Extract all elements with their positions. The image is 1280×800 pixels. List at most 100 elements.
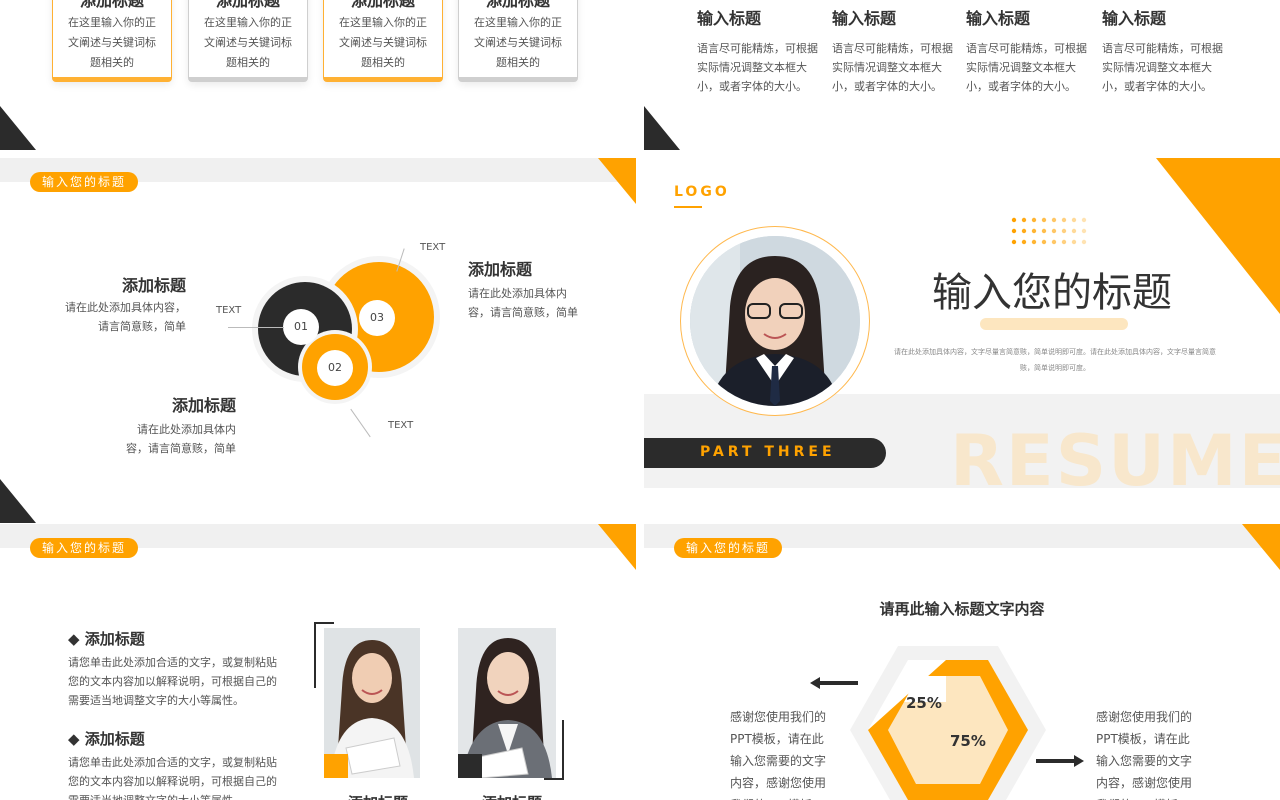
block-title: 添加标题 <box>121 276 186 295</box>
logo-text: LOGO <box>674 184 730 200</box>
column-title: 输入标题 <box>832 9 897 28</box>
connector-line <box>228 327 284 328</box>
slide-subtitle: 请在此处添加具体内容，文字尽量言简意赅，简单说明即可度。请在此处添加具体内容，文… <box>894 348 1216 372</box>
block-title: 添加标题 <box>468 260 533 279</box>
decor-dot <box>1051 228 1057 234</box>
photo-accent-square <box>458 754 482 778</box>
card-title: 添加标题 <box>350 0 415 10</box>
decor-dot <box>1031 217 1037 223</box>
slide-photos[interactable]: 输入您的标题 ◆ 添加标题 请您单击此处添加合适的文字，或复制粘贴您的文本内容加… <box>0 524 636 800</box>
column-2: 输入标题 语言尽可能精炼，可根据实际情况调整文本框大小，或者字体的大小。 <box>832 5 962 96</box>
column-title: 输入标题 <box>697 9 762 28</box>
slide-hexagon-stats[interactable]: 输入您的标题 请再此输入标题文字内容 25% 75% 感谢您使用我们的PPT模板… <box>644 524 1280 800</box>
text-label: TEXT <box>216 305 242 316</box>
decor-dot <box>1011 228 1017 234</box>
slide-title: 输入您的标题 <box>932 270 1172 316</box>
item-text: 请您单击此处添加合适的文字，或复制粘贴您的文本内容加以解释说明，可根据自己的需要… <box>68 756 277 800</box>
card-title: 添加标题 <box>485 0 550 10</box>
decor-dot <box>1051 239 1057 245</box>
decor-dot <box>1041 239 1047 245</box>
decor-dot <box>1061 217 1067 223</box>
column-text: 语言尽可能精炼，可根据实际情况调整文本框大小，或者字体的大小。 <box>1102 42 1223 93</box>
card-text: 在这里输入你的正文阐述与关键词标题相关的 <box>68 16 156 69</box>
slide-circles[interactable]: 输入您的标题 添加标题 请在此处添加具体内容，请言简意赅，简单 添加标题 请在此… <box>0 158 636 523</box>
stat-label-75: 75% <box>950 732 986 750</box>
arrow-left-shaft <box>816 681 858 685</box>
part-label: PART THREE <box>700 444 836 460</box>
corner-triangle <box>644 106 680 150</box>
decor-dot <box>1051 217 1057 223</box>
card-1[interactable]: 添加标题 在这里输入你的正文阐述与关键词标题相关的 <box>52 0 172 82</box>
circle-number: 02 <box>317 350 353 386</box>
card-2[interactable]: 添加标题 在这里输入你的正文阐述与关键词标题相关的 <box>188 0 308 82</box>
card-text: 在这里输入你的正文阐述与关键词标题相关的 <box>339 16 427 69</box>
top-right-triangle <box>598 524 636 570</box>
decor-dot <box>1041 228 1047 234</box>
circle-number: 01 <box>283 309 319 345</box>
section-pill[interactable]: 输入您的标题 <box>674 538 783 558</box>
decor-dot <box>1021 228 1027 234</box>
column-1: 输入标题 语言尽可能精炼，可根据实际情况调整文本框大小，或者字体的大小。 <box>697 5 827 96</box>
card-title: 添加标题 <box>79 0 144 10</box>
card-text: 在这里输入你的正文阐述与关键词标题相关的 <box>474 16 562 69</box>
connector-line <box>350 408 371 438</box>
decor-dot <box>1081 228 1087 234</box>
text-label: TEXT <box>388 420 414 431</box>
decor-dot <box>1061 239 1067 245</box>
text-label: TEXT <box>420 242 446 253</box>
column-text: 语言尽可能精炼，可根据实际情况调整文本框大小，或者字体的大小。 <box>966 42 1087 93</box>
left-text: 感谢您使用我们的PPT模板，请在此输入您需要的文字内容，感谢您使用我们的PPT模… <box>730 710 827 800</box>
decor-dot <box>1031 228 1037 234</box>
diamond-icon: ◆ <box>68 630 85 648</box>
card-text: 在这里输入你的正文阐述与关键词标题相关的 <box>204 16 292 69</box>
decor-dot <box>1071 217 1077 223</box>
block-title: 添加标题 <box>171 396 236 415</box>
arrow-right-icon <box>1074 755 1084 767</box>
column-title: 输入标题 <box>1102 9 1167 28</box>
right-text-block: 添加标题 请在此处添加具体内容，请言简意赅，简单 <box>468 256 588 322</box>
column-title: 输入标题 <box>966 9 1031 28</box>
decor-dot <box>1031 239 1037 245</box>
item-title: 添加标题 <box>84 730 145 748</box>
watermark-text: RESUME <box>950 420 1280 502</box>
left-text-block: 添加标题 请在此处添加具体内容，请言简意赅，简单 <box>60 272 186 336</box>
hexagon-chart <box>850 646 1046 800</box>
corner-triangle <box>0 479 36 523</box>
decor-dot <box>1081 239 1087 245</box>
decor-dot <box>1021 217 1027 223</box>
slide-columns[interactable]: 输入标题 语言尽可能精炼，可根据实际情况调整文本框大小，或者字体的大小。 输入标… <box>644 0 1280 150</box>
text-item-2: ◆ 添加标题 请您单击此处添加合适的文字，或复制粘贴您的文本内容加以解释说明，可… <box>68 728 282 800</box>
card-3[interactable]: 添加标题 在这里输入你的正文阐述与关键词标题相关的 <box>323 0 443 82</box>
top-right-triangle <box>598 158 636 204</box>
block-text: 请在此处添加具体内容，请言简意赅，简单 <box>65 301 186 333</box>
slide-title: 请再此输入标题文字内容 <box>879 600 1045 618</box>
section-pill[interactable]: 输入您的标题 <box>30 172 139 192</box>
card-4[interactable]: 添加标题 在这里输入你的正文阐述与关键词标题相关的 <box>458 0 578 82</box>
bottom-text-block: 添加标题 请在此处添加具体内容，请言简意赅，简单 <box>120 392 236 458</box>
block-text: 请在此处添加具体内容，请言简意赅，简单 <box>126 423 236 455</box>
text-item-1: ◆ 添加标题 请您单击此处添加合适的文字，或复制粘贴您的文本内容加以解释说明，可… <box>68 628 282 710</box>
top-right-triangle <box>1156 158 1280 314</box>
section-pill[interactable]: 输入您的标题 <box>30 538 139 558</box>
photo-accent-square <box>324 754 348 778</box>
decor-dot <box>1041 217 1047 223</box>
item-text: 请您单击此处添加合适的文字，或复制粘贴您的文本内容加以解释说明，可根据自己的需要… <box>68 656 277 707</box>
slide-cards[interactable]: 添加标题 在这里输入你的正文阐述与关键词标题相关的 添加标题 在这里输入你的正文… <box>0 0 636 150</box>
top-right-triangle <box>1242 524 1280 570</box>
person-portrait-icon <box>690 236 860 406</box>
corner-triangle <box>0 106 36 150</box>
decor-dot <box>1081 217 1087 223</box>
decor-dot <box>1011 217 1017 223</box>
item-title: 添加标题 <box>84 630 145 648</box>
arrow-left-icon <box>810 677 820 689</box>
dot-pattern-icon <box>1011 217 1087 245</box>
photo-caption: 添加标题 <box>348 792 408 800</box>
decor-dot <box>1071 239 1077 245</box>
block-text: 请在此处添加具体内容，请言简意赅，简单 <box>468 287 578 319</box>
title-underline-bar <box>980 318 1128 330</box>
decor-dot <box>1021 239 1027 245</box>
photo-caption: 添加标题 <box>482 792 542 800</box>
slide-section-cover[interactable]: LOGO 输入您的标题 请在此处添加具体内容，文字尽量言简意赅，简单说明即可度。… <box>644 158 1280 523</box>
column-text: 语言尽可能精炼，可根据实际情况调整文本框大小，或者字体的大小。 <box>832 42 953 93</box>
card-title: 添加标题 <box>215 0 280 10</box>
